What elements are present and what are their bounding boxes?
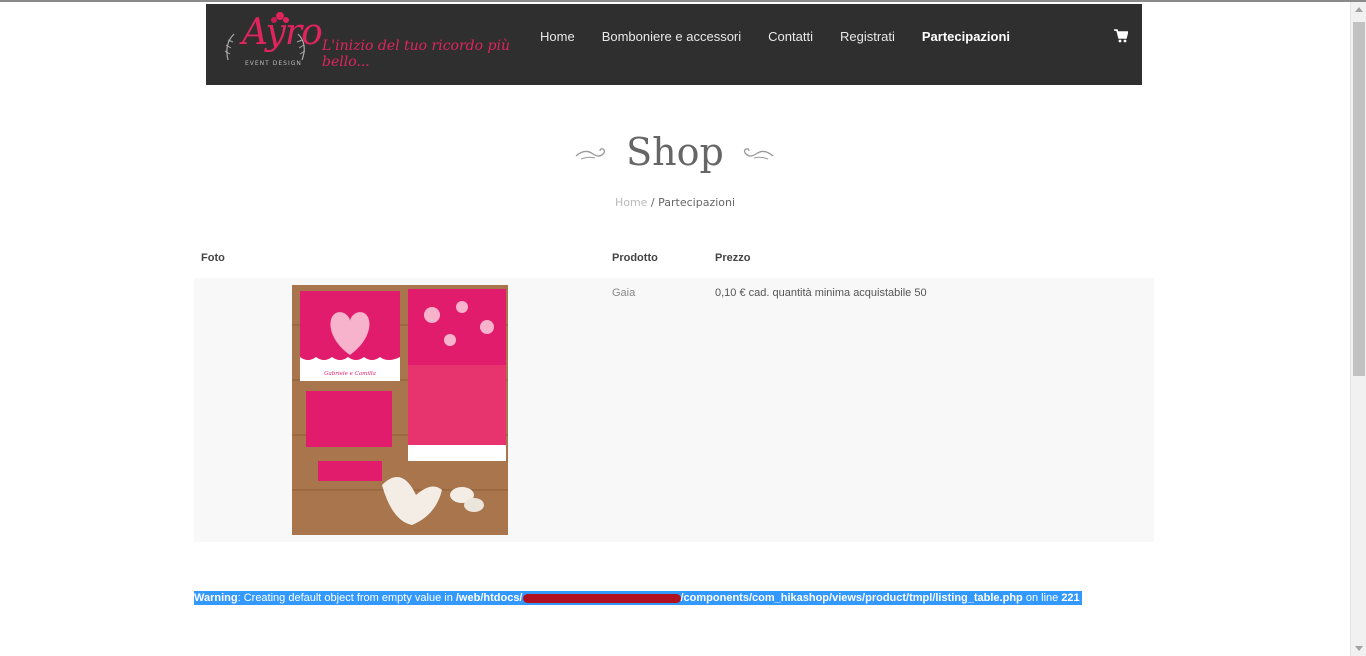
nav-home[interactable]: Home — [540, 29, 575, 44]
redacted-path — [522, 593, 681, 603]
nav-registrati[interactable]: Registrati — [840, 29, 895, 44]
logo-wordmark: Ayro — [242, 12, 323, 53]
nav-contatti[interactable]: Contatti — [768, 29, 813, 44]
site-header: Ayro EVENT DESIGN L'inizio del tuo ricor… — [206, 4, 1142, 85]
scroll-down-arrow-icon[interactable] — [1355, 646, 1363, 651]
breadcrumb-current: Partecipazioni — [658, 196, 736, 209]
breadcrumb-home[interactable]: Home — [615, 196, 647, 209]
page-title: Shop — [626, 130, 724, 174]
warning-on-line: on line — [1022, 592, 1062, 604]
product-card-text: Gabriele e Camilla — [324, 371, 376, 377]
php-warning: Warning: Creating default object from em… — [194, 591, 1082, 605]
tagline: L'inizio del tuo ricordo più bello... — [322, 38, 510, 70]
title-ornament-right-icon — [743, 148, 774, 160]
breadcrumb-separator: / — [650, 196, 655, 209]
scroll-up-arrow-icon[interactable] — [1355, 7, 1363, 12]
vertical-scrollbar[interactable] — [1350, 2, 1366, 656]
cart-icon[interactable] — [1114, 29, 1128, 43]
warning-line-number: 221 — [1061, 592, 1080, 604]
warning-path-end: /components/com_hikashop/views/product/t… — [680, 592, 1023, 604]
column-header-foto: Foto — [201, 252, 225, 264]
product-price: 0,10 € cad. quantità minima acquistabile… — [715, 287, 927, 299]
warning-message: : Creating default object from empty val… — [237, 592, 456, 604]
column-header-prodotto: Prodotto — [612, 252, 658, 264]
table-row: Gabriele e Camilla Gaia 0,10 € cad. quan… — [194, 278, 1154, 542]
warning-label: Warning — [194, 592, 238, 604]
nav-partecipazioni[interactable]: Partecipazioni — [922, 29, 1010, 44]
main-nav: Home Bomboniere e accessori Contatti Reg… — [540, 4, 1037, 68]
breadcrumb: Home / Partecipazioni — [0, 196, 1350, 209]
column-header-prezzo: Prezzo — [715, 252, 751, 264]
logo-subtitle: EVENT DESIGN — [242, 60, 305, 67]
product-image[interactable]: Gabriele e Camilla — [292, 285, 508, 535]
scroll-thumb[interactable] — [1353, 22, 1365, 376]
nav-bomboniere[interactable]: Bomboniere e accessori — [602, 29, 741, 44]
product-name-link[interactable]: Gaia — [612, 287, 635, 299]
logo[interactable]: Ayro EVENT DESIGN L'inizio del tuo ricor… — [222, 10, 522, 78]
warning-path-start: /web/htdocs/ — [455, 592, 523, 604]
